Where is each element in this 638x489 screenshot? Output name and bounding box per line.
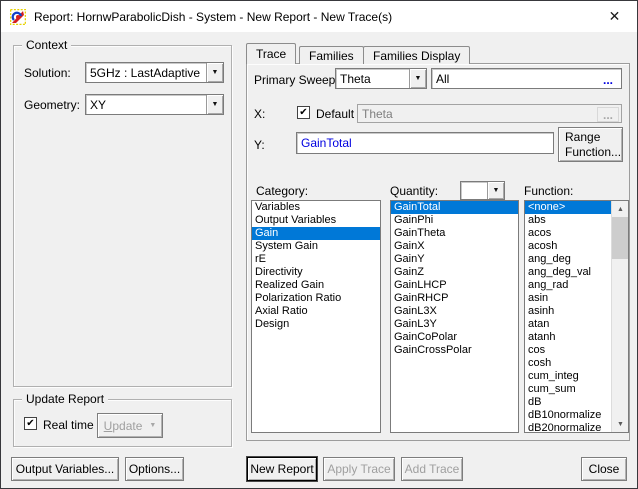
geometry-label: Geometry: bbox=[24, 98, 80, 112]
list-item[interactable]: GainPhi bbox=[391, 214, 518, 227]
list-item[interactable]: GainZ bbox=[391, 266, 518, 279]
solution-label: Solution: bbox=[24, 66, 71, 80]
context-group: Context Solution: 5GHz : LastAdaptive ▼ … bbox=[13, 45, 232, 387]
range-function-button[interactable]: Range Function... bbox=[558, 127, 623, 162]
chevron-down-icon[interactable]: ▼ bbox=[206, 95, 223, 114]
sweep-range-value: All bbox=[436, 72, 449, 86]
apply-trace-button: Apply Trace bbox=[323, 457, 395, 481]
range-function-button-line1: Range bbox=[565, 130, 600, 145]
list-item[interactable]: GainL3X bbox=[391, 305, 518, 318]
list-item[interactable]: Variables bbox=[252, 201, 380, 214]
check-icon: ✔ bbox=[299, 108, 307, 118]
list-item[interactable]: GainCoPolar bbox=[391, 331, 518, 344]
quantity-combobox[interactable]: ▼ bbox=[460, 181, 505, 200]
list-item[interactable]: GainTotal bbox=[391, 201, 518, 214]
scrollbar-thumb[interactable] bbox=[612, 217, 629, 259]
report-icon bbox=[10, 9, 26, 25]
context-legend: Context bbox=[22, 38, 71, 52]
new-report-button[interactable]: New Report bbox=[247, 457, 317, 481]
real-time-checkbox[interactable]: ✔ bbox=[24, 417, 37, 430]
check-icon: ✔ bbox=[26, 419, 34, 429]
chevron-down-icon[interactable]: ▼ bbox=[206, 63, 223, 82]
tab-trace[interactable]: Trace bbox=[246, 43, 296, 64]
output-variables-button[interactable]: Output Variables... bbox=[11, 457, 119, 481]
category-label: Category: bbox=[256, 184, 308, 198]
options-button[interactable]: Options... bbox=[125, 457, 184, 481]
primary-sweep-combobox[interactable]: Theta ▼ bbox=[335, 68, 427, 89]
sweep-range-ellipsis-button[interactable]: ... bbox=[597, 72, 619, 87]
scroll-down-icon[interactable]: ▼ bbox=[612, 416, 629, 432]
default-checkbox[interactable]: ✔ bbox=[297, 106, 310, 119]
y-value: GainTotal bbox=[301, 136, 352, 150]
primary-sweep-label: Primary Sweep: bbox=[254, 73, 339, 87]
list-item[interactable]: Realized Gain bbox=[252, 279, 380, 292]
list-item[interactable]: Polarization Ratio bbox=[252, 292, 380, 305]
close-button[interactable]: Close bbox=[581, 457, 627, 481]
add-trace-button: Add Trace bbox=[401, 457, 463, 481]
title-bar: Report: HornwParabolicDish - System - Ne… bbox=[1, 1, 637, 32]
window-title: Report: HornwParabolicDish - System - Ne… bbox=[34, 10, 392, 24]
list-item[interactable]: Directivity bbox=[252, 266, 380, 279]
x-value-field: Theta ... bbox=[357, 104, 622, 123]
geometry-combobox[interactable]: XY ▼ bbox=[85, 94, 224, 115]
list-item[interactable]: Design bbox=[252, 318, 380, 331]
update-button: Update ▼ bbox=[97, 413, 163, 438]
list-item[interactable]: rE bbox=[252, 253, 380, 266]
real-time-label: Real time bbox=[43, 418, 94, 432]
update-button-label-first: U bbox=[104, 419, 113, 433]
list-item[interactable]: GainTheta bbox=[391, 227, 518, 240]
list-item[interactable]: Output Variables bbox=[252, 214, 380, 227]
report-dialog: Report: HornwParabolicDish - System - Ne… bbox=[0, 0, 638, 489]
default-checkbox-label: Default bbox=[316, 107, 354, 121]
solution-value: 5GHz : LastAdaptive bbox=[86, 63, 206, 82]
sweep-range-field[interactable]: All ... bbox=[431, 68, 622, 89]
solution-combobox[interactable]: 5GHz : LastAdaptive ▼ bbox=[85, 62, 224, 83]
list-item[interactable]: Axial Ratio bbox=[252, 305, 380, 318]
y-axis-label: Y: bbox=[254, 138, 265, 152]
list-item[interactable]: GainX bbox=[391, 240, 518, 253]
quantity-label: Quantity: bbox=[390, 184, 438, 198]
list-item[interactable]: GainLHCP bbox=[391, 279, 518, 292]
function-scrollbar[interactable]: ▲ ▼ bbox=[611, 201, 628, 432]
x-axis-label: X: bbox=[254, 107, 265, 121]
primary-sweep-value: Theta bbox=[336, 69, 409, 88]
x-value: Theta bbox=[362, 107, 393, 121]
chevron-down-icon[interactable]: ▼ bbox=[409, 69, 426, 88]
range-function-button-line2: Function... bbox=[565, 145, 621, 160]
list-item[interactable]: System Gain bbox=[252, 240, 380, 253]
chevron-down-icon: ▼ bbox=[149, 422, 156, 429]
list-item[interactable]: Gain bbox=[252, 227, 380, 240]
update-button-label-rest: pdate bbox=[112, 419, 142, 433]
function-listbox[interactable]: ▲ ▼ <none>absacosacoshang_degang_deg_val… bbox=[524, 200, 629, 433]
list-item[interactable]: GainRHCP bbox=[391, 292, 518, 305]
geometry-value: XY bbox=[86, 95, 206, 114]
function-label: Function: bbox=[524, 184, 573, 198]
close-icon[interactable]: ✕ bbox=[592, 1, 637, 32]
chevron-down-icon[interactable]: ▼ bbox=[487, 182, 504, 199]
category-listbox[interactable]: VariablesOutput VariablesGainSystem Gain… bbox=[251, 200, 381, 433]
list-item[interactable]: GainY bbox=[391, 253, 518, 266]
update-report-legend: Update Report bbox=[22, 392, 108, 406]
quantity-combo-value bbox=[461, 182, 487, 199]
scroll-up-icon[interactable]: ▲ bbox=[612, 201, 629, 217]
tab-families[interactable]: Families bbox=[299, 46, 364, 64]
x-ellipsis-button: ... bbox=[597, 107, 619, 122]
update-report-group: Update Report ✔ Real time Update ▼ bbox=[13, 399, 232, 447]
y-value-field[interactable]: GainTotal bbox=[296, 132, 554, 154]
list-item[interactable]: GainL3Y bbox=[391, 318, 518, 331]
tab-families-display[interactable]: Families Display bbox=[363, 46, 470, 64]
quantity-listbox[interactable]: GainTotalGainPhiGainThetaGainXGainYGainZ… bbox=[390, 200, 519, 433]
list-item[interactable]: GainCrossPolar bbox=[391, 344, 518, 357]
